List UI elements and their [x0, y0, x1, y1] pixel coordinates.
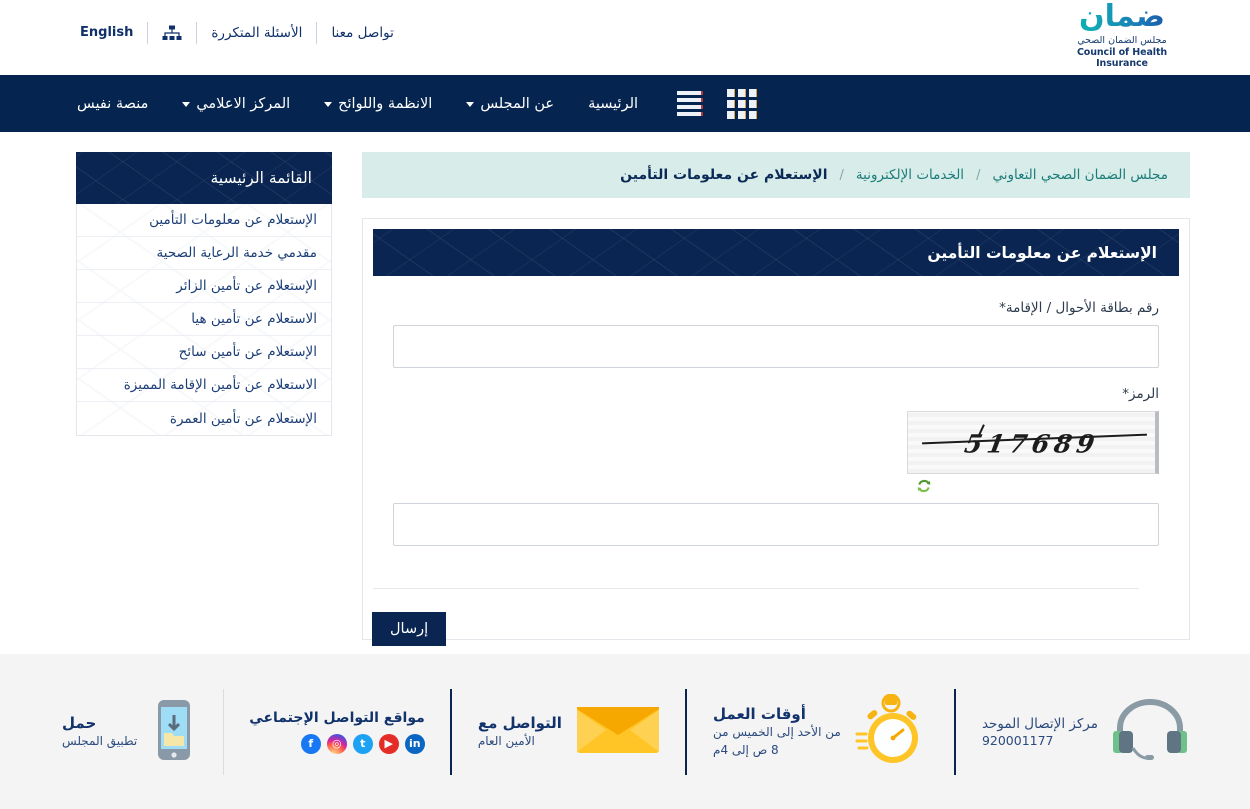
stopwatch-icon: [855, 694, 929, 770]
top-link-contact[interactable]: تواصل معنا: [317, 22, 407, 44]
divider: [223, 689, 224, 775]
divider: [147, 22, 148, 44]
sidebar-title: القائمة الرئيسية: [211, 169, 313, 187]
grid-icon[interactable]: [727, 89, 757, 119]
social-links: in ▶ t ◎ f: [249, 734, 425, 754]
sidebar-item-premium-residency-insurance[interactable]: الاستعلام عن تأمين الإقامة المميزة: [77, 369, 331, 402]
main-navigation: الرئيسية عن المجلس الانظمة واللوائح المر…: [0, 75, 1250, 132]
footer-secretary-title: التواصل مع: [478, 713, 562, 733]
nav-item-media-center[interactable]: المركز الاعلامي: [165, 96, 307, 112]
logo-arabic-subtitle: مجلس الضمان الصحي: [1052, 35, 1192, 46]
footer-hours-line2: 8 ص إلى 4م: [713, 742, 841, 759]
breadcrumb: مجلس الضمان الصحي التعاوني / الخدمات الإ…: [362, 152, 1190, 198]
captcha-input[interactable]: [393, 503, 1159, 546]
panel-title: الإستعلام عن معلومات التأمين: [927, 244, 1157, 262]
insurance-inquiry-panel: الإستعلام عن معلومات التأمين رقم بطاقة ا…: [362, 218, 1190, 640]
footer-callcenter-title: مركز الإتصال الموحد: [982, 715, 1098, 733]
footer-app-download[interactable]: حمل تطبيق المجلس: [40, 689, 219, 775]
footer-call-center: مركز الإتصال الموحد 920001177: [960, 689, 1210, 775]
footer-app-subtitle: تطبيق المجلس: [62, 733, 137, 750]
nav-icon-group: [677, 89, 757, 119]
youtube-icon[interactable]: ▶: [379, 734, 399, 754]
captcha-label: الرمز*: [393, 386, 1159, 402]
id-number-field-group: رقم بطاقة الأحوال / الإقامة*: [393, 300, 1159, 368]
envelope-icon: [576, 706, 660, 758]
hamburger-icon[interactable]: [677, 91, 703, 116]
site-logo[interactable]: ضمان مجلس الضمان الصحي Council of Health…: [1052, 2, 1192, 69]
footer-hours-title: أوقات العمل: [713, 704, 841, 724]
breadcrumb-separator: /: [828, 168, 856, 183]
submit-button[interactable]: إرسال: [372, 612, 446, 646]
footer-callcenter-number: 920001177: [982, 733, 1098, 748]
nav-item-label: الرئيسية: [588, 96, 638, 112]
footer-hours-line1: من الأحد إلى الخميس من: [713, 724, 841, 741]
divider: [316, 22, 317, 44]
top-utility-links: تواصل معنا الأسئلة المتكررة English: [70, 22, 408, 44]
footer-social: مواقع التواصل الإجتماعي in ▶ t ◎ f: [227, 689, 447, 775]
refresh-icon[interactable]: [917, 478, 931, 497]
nav-item-nafees-platform[interactable]: منصة نفيس: [60, 96, 165, 112]
captcha-code-text: 517689: [962, 429, 1101, 458]
nav-item-about-council[interactable]: عن المجلس: [449, 96, 571, 112]
sidebar-header: القائمة الرئيسية: [76, 152, 332, 204]
divider: [196, 22, 197, 44]
nav-item-label: منصة نفيس: [77, 96, 148, 112]
breadcrumb-separator: /: [964, 168, 992, 183]
sitemap-icon[interactable]: [148, 25, 196, 41]
headset-icon: [1112, 698, 1188, 766]
nav-item-home[interactable]: الرئيسية: [571, 96, 655, 112]
breadcrumb-home[interactable]: مجلس الضمان الصحي التعاوني: [992, 167, 1168, 183]
nav-item-regulations[interactable]: الانظمة واللوائح: [307, 96, 449, 112]
panel-header: الإستعلام عن معلومات التأمين: [373, 229, 1179, 276]
nav-item-label: الانظمة واللوائح: [338, 96, 432, 112]
sidebar: القائمة الرئيسية الإستعلام عن معلومات ال…: [76, 152, 332, 436]
language-switch-english[interactable]: English: [70, 22, 147, 44]
nav-item-label: عن المجلس: [480, 96, 554, 112]
sidebar-item-insurance-info[interactable]: الإستعلام عن معلومات التأمين: [77, 204, 331, 237]
submit-area: إرسال: [373, 588, 1139, 639]
sidebar-item-visitor-insurance[interactable]: الإستعلام عن تأمين الزائر: [77, 270, 331, 303]
captcha-image: 517689: [907, 411, 1159, 474]
chevron-down-icon: [182, 102, 190, 107]
footer-secretary-subtitle: الأمين العام: [478, 733, 562, 750]
breadcrumb-current-page: الإستعلام عن معلومات التأمين: [620, 167, 827, 183]
footer-secretary-contact[interactable]: التواصل مع الأمين العام: [456, 689, 682, 775]
footer-social-title: مواقع التواصل الإجتماعي: [249, 709, 425, 728]
divider: [685, 689, 687, 775]
twitter-icon[interactable]: t: [353, 734, 373, 754]
id-number-input[interactable]: [393, 325, 1159, 368]
divider: [450, 689, 452, 775]
sidebar-list: الإستعلام عن معلومات التأمين مقدمي خدمة …: [76, 204, 332, 436]
breadcrumb-eservices[interactable]: الخدمات الإلكترونية: [856, 167, 964, 183]
top-bar: ضمان مجلس الضمان الصحي Council of Health…: [0, 0, 1250, 75]
site-footer: حمل تطبيق المجلس مواقع التواصل الإجتماعي…: [0, 654, 1250, 809]
page-body: مجلس الضمان الصحي التعاوني / الخدمات الإ…: [0, 132, 1250, 640]
nav-item-label: المركز الاعلامي: [196, 96, 290, 112]
divider: [954, 689, 956, 775]
panel-body: رقم بطاقة الأحوال / الإقامة* الرمز* 5176…: [373, 276, 1179, 639]
linkedin-icon[interactable]: in: [405, 734, 425, 754]
sidebar-item-healthcare-providers[interactable]: مقدمي خدمة الرعاية الصحية: [77, 237, 331, 270]
mobile-download-icon: [151, 699, 197, 765]
top-link-faq[interactable]: الأسئلة المتكررة: [197, 22, 316, 44]
logo-english-subtitle: Council of Health Insurance: [1052, 47, 1192, 69]
footer-app-title: حمل: [62, 713, 137, 733]
sidebar-item-tourist-insurance[interactable]: الإستعلام عن تأمين سائح: [77, 336, 331, 369]
logo-wordmark: ضمان: [1052, 2, 1192, 32]
sidebar-item-haya-insurance[interactable]: الاستعلام عن تأمين هيا: [77, 303, 331, 336]
facebook-icon[interactable]: f: [301, 734, 321, 754]
instagram-icon[interactable]: ◎: [327, 734, 347, 754]
sidebar-item-umrah-insurance[interactable]: الإستعلام عن تأمين العمرة: [77, 402, 331, 435]
chevron-down-icon: [324, 102, 332, 107]
footer-working-hours: أوقات العمل من الأحد إلى الخميس من 8 ص إ…: [691, 689, 951, 775]
chevron-down-icon: [466, 102, 474, 107]
id-number-label: رقم بطاقة الأحوال / الإقامة*: [393, 300, 1159, 316]
captcha-field-group: الرمز* 517689: [393, 386, 1159, 546]
